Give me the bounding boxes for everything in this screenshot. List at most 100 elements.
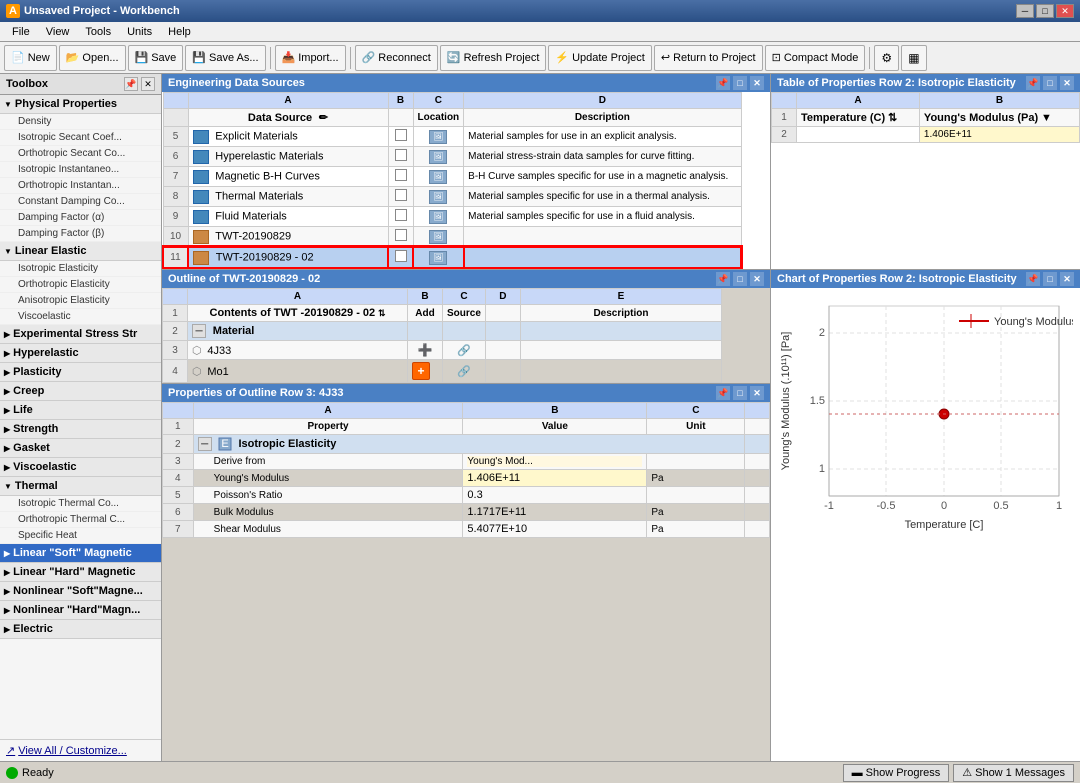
status-buttons[interactable]: ▬ Show Progress ⚠ Show 1 Messages: [843, 764, 1074, 782]
maximize-button[interactable]: □: [1036, 4, 1054, 18]
toolbox-item-isotropic-instantaneous[interactable]: Isotropic Instantaneo...: [0, 162, 161, 178]
toolbox-item-orthotropic-thermal[interactable]: Orthotropic Thermal C...: [0, 512, 161, 528]
row-11-cb[interactable]: [388, 247, 413, 268]
outline-row-mo1[interactable]: 4 ⬡ Mo1 +: [163, 360, 722, 383]
props-row-4-value[interactable]: 1.406E+11: [463, 470, 647, 487]
props-row-poisson[interactable]: 5 Poisson's Ratio 0.3: [163, 487, 770, 504]
import-button[interactable]: 📥 Import...: [275, 45, 346, 71]
toolbox-close-icon[interactable]: ✕: [141, 77, 155, 91]
table-row[interactable]: 9 Fluid Materials 🖼 Material samples spe…: [163, 207, 741, 227]
section-life-header[interactable]: ▶ Life: [0, 401, 161, 420]
tp-float[interactable]: □: [1043, 76, 1057, 90]
props-row-3-value[interactable]: [463, 454, 647, 470]
outline-row-3-b[interactable]: ➕: [408, 341, 443, 360]
outline-sort-icon[interactable]: ⇅: [378, 308, 386, 318]
section-linear-elastic-header[interactable]: ▼ Linear Elastic: [0, 242, 161, 261]
outline-pin[interactable]: 📌: [716, 272, 730, 286]
menu-file[interactable]: File: [4, 24, 38, 40]
props-close[interactable]: ✕: [750, 386, 764, 400]
toolbox-item-isotropic-secant[interactable]: Isotropic Secant Coef...: [0, 130, 161, 146]
section-strength-header[interactable]: ▶ Strength: [0, 420, 161, 439]
table-row[interactable]: 5 Explicit Materials 🖼 Material samples …: [163, 127, 741, 147]
props-row-youngs[interactable]: 4 Young's Modulus 1.406E+11 Pa: [163, 470, 770, 487]
derive-from-input[interactable]: [467, 456, 642, 467]
section-experimental-header[interactable]: ▶ Experimental Stress Str: [0, 325, 161, 344]
outline-row-4-b[interactable]: +: [408, 360, 443, 383]
new-button[interactable]: 📄 New: [4, 45, 57, 71]
table-row[interactable]: 7 Magnetic B-H Curves 🖼 B-H Curve sample…: [163, 167, 741, 187]
row-8-cb[interactable]: [388, 187, 413, 207]
compact-button[interactable]: ⊡ Compact Mode: [765, 45, 866, 71]
eng-data-close[interactable]: ✕: [750, 76, 764, 90]
table-row[interactable]: 8 Thermal Materials 🖼 Material samples s…: [163, 187, 741, 207]
window-controls[interactable]: ─ □ ✕: [1016, 4, 1074, 18]
section-linear-soft-magnetic-header[interactable]: ▶ Linear "Soft" Magnetic: [0, 544, 161, 563]
toolbox-item-damping-beta[interactable]: Damping Factor (β): [0, 226, 161, 242]
toolbox-item-orthotropic-secant[interactable]: Orthotropic Secant Co...: [0, 146, 161, 162]
return-button[interactable]: ↩ Return to Project: [654, 45, 763, 71]
props-row-5-value[interactable]: 0.3: [463, 487, 647, 504]
checkbox-7[interactable]: [395, 169, 407, 181]
table-row[interactable]: 6 Hyperelastic Materials 🖼 Material stre…: [163, 147, 741, 167]
props-pin[interactable]: 📌: [716, 386, 730, 400]
tp-col-b-filter[interactable]: ▼: [1041, 112, 1052, 124]
toolbar-extra-2[interactable]: ▦: [901, 45, 926, 71]
toolbox-item-isotropic-elasticity[interactable]: Isotropic Elasticity: [0, 261, 161, 277]
table-row-selected[interactable]: 11 TWT-20190829 - 02 🖼: [163, 247, 741, 268]
reconnect-button[interactable]: 🔗 Reconnect: [355, 45, 438, 71]
outline-row-4j33[interactable]: 3 ⬡ 4J33 ➕ 🔗: [163, 341, 722, 360]
chain-icon-3[interactable]: 🔗: [457, 345, 471, 357]
tp-data-row[interactable]: 2 1.406E+11: [772, 127, 1080, 143]
row-9-cb[interactable]: [388, 207, 413, 227]
chart-controls[interactable]: 📌 □ ✕: [1026, 272, 1074, 286]
checkbox-8[interactable]: [395, 189, 407, 201]
menu-units[interactable]: Units: [119, 24, 160, 40]
close-button[interactable]: ✕: [1056, 4, 1074, 18]
minimize-button[interactable]: ─: [1016, 4, 1034, 18]
toolbar-extra-1[interactable]: ⚙: [874, 45, 899, 71]
checkbox-11[interactable]: [395, 250, 407, 262]
row-7-cb[interactable]: [388, 167, 413, 187]
checkbox-5[interactable]: [395, 129, 407, 141]
sort-icon[interactable]: ⇅: [888, 112, 897, 124]
open-button[interactable]: 📂 Open...: [59, 45, 126, 71]
menu-tools[interactable]: Tools: [77, 24, 119, 40]
toolbox-item-specific-heat[interactable]: Specific Heat: [0, 528, 161, 544]
collapse-btn[interactable]: ─: [192, 324, 206, 338]
section-linear-hard-magnetic-header[interactable]: ▶ Linear "Hard" Magnetic: [0, 563, 161, 582]
add-to-engineering-data-button[interactable]: +: [412, 362, 430, 380]
section-electric-header[interactable]: ▶ Electric: [0, 620, 161, 639]
refresh-button[interactable]: 🔄 Refresh Project: [440, 45, 547, 71]
show-messages-button[interactable]: ⚠ Show 1 Messages: [953, 764, 1074, 782]
props-controls[interactable]: 📌 □ ✕: [716, 386, 764, 400]
props-row-shear[interactable]: 7 Shear Modulus 5.4077E+10 Pa: [163, 521, 770, 538]
toolbox-item-orthotropic-instantaneous[interactable]: Orthotropic Instantan...: [0, 178, 161, 194]
eng-data-controls[interactable]: 📌 □ ✕: [716, 76, 764, 90]
section-thermal-header[interactable]: ▼ Thermal: [0, 477, 161, 496]
toolbox-item-viscoelastic[interactable]: Viscoelastic: [0, 309, 161, 325]
checkbox-9[interactable]: [395, 209, 407, 221]
outline-row-4-c[interactable]: 🔗: [443, 360, 486, 383]
chart-close[interactable]: ✕: [1060, 272, 1074, 286]
section-plasticity-header[interactable]: ▶ Plasticity: [0, 363, 161, 382]
toolbox-item-density[interactable]: Density: [0, 114, 161, 130]
section-physical-properties-header[interactable]: ▼ Physical Properties: [0, 95, 161, 114]
tp-pin[interactable]: 📌: [1026, 76, 1040, 90]
row-5-cb[interactable]: [388, 127, 413, 147]
add-icon-3[interactable]: ➕: [418, 343, 433, 357]
section-creep-header[interactable]: ▶ Creep: [0, 382, 161, 401]
save-as-button[interactable]: 💾 Save As...: [185, 45, 265, 71]
props-row-derive[interactable]: 3 Derive from: [163, 454, 770, 470]
eng-data-float[interactable]: □: [733, 76, 747, 90]
props-collapse-btn[interactable]: ─: [198, 437, 212, 451]
table-row[interactable]: 10 TWT-20190829 🖼: [163, 227, 741, 248]
view-all-link[interactable]: ↗ View All / Customize...: [0, 739, 161, 761]
toolbox-item-isotropic-thermal[interactable]: Isotropic Thermal Co...: [0, 496, 161, 512]
update-button[interactable]: ⚡ Update Project: [548, 45, 651, 71]
outline-close[interactable]: ✕: [750, 272, 764, 286]
toolbox-controls[interactable]: 📌 ✕: [124, 77, 155, 91]
chain-icon-4[interactable]: 🔗: [457, 366, 471, 378]
outline-row-3-c[interactable]: 🔗: [443, 341, 486, 360]
tp-row-2-value[interactable]: 1.406E+11: [919, 127, 1079, 143]
chart-float[interactable]: □: [1043, 272, 1057, 286]
